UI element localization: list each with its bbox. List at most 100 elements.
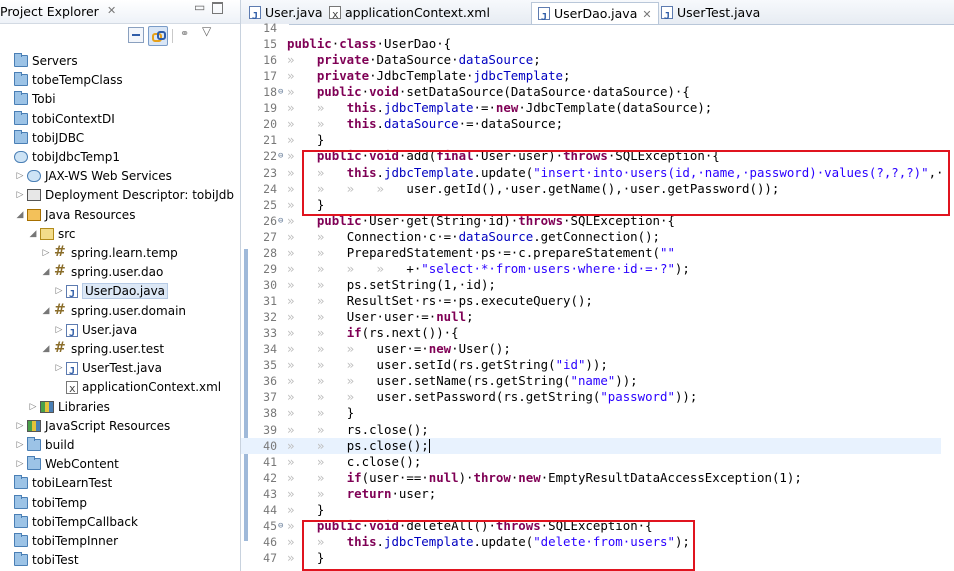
code-token: » »	[287, 276, 347, 292]
tree-item[interactable]: applicationContext.xml	[54, 378, 222, 398]
expand-toggle-icon[interactable]: ◢	[41, 340, 51, 359]
tree-item[interactable]: tobiTempCallback	[2, 513, 138, 532]
line-number: 39	[263, 422, 277, 437]
tree-item[interactable]: ◢ spring.user.test	[41, 339, 165, 359]
expand-toggle-icon[interactable]: ▷	[41, 244, 51, 263]
code-token: » »	[287, 293, 347, 309]
libraries-icon	[40, 400, 54, 413]
expand-toggle-icon[interactable]: ◢	[41, 302, 51, 321]
tree-item[interactable]: ▷ JAX-WS Web Services	[15, 167, 172, 186]
code-token: »	[287, 52, 317, 68]
code-line: 39 » » rs.close();	[241, 422, 941, 438]
java-file-icon	[661, 6, 673, 27]
project-icon	[14, 475, 28, 490]
text-caret	[428, 439, 430, 454]
code-token: null	[428, 469, 459, 485]
tree-item[interactable]: tobiLearnTest	[2, 474, 112, 493]
tree-item[interactable]: tobiJdbcTemp1	[2, 148, 120, 167]
expand-toggle-icon[interactable]: ◢	[41, 263, 51, 282]
code-token: ·User();	[451, 341, 511, 357]
tree-item-label: applicationContext.xml	[82, 380, 222, 395]
tree-item[interactable]: ◢ spring.user.dao	[41, 262, 164, 282]
tree-item[interactable]: ▷ UserDao.java	[54, 282, 169, 304]
tree-item[interactable]: ▷ UserTest.java	[54, 359, 162, 381]
expand-toggle-icon[interactable]: ▷	[15, 417, 25, 436]
code-text: public·class·UserDao·{	[287, 36, 451, 52]
code-text: » » » user·=·new·User();	[287, 341, 511, 357]
code-text: » » ps.close();	[287, 438, 430, 454]
tree-item[interactable]: ◢ spring.user.domain	[41, 301, 186, 321]
tree-item[interactable]: tobiTempInner	[2, 532, 118, 551]
focus-icon[interactable]: ⚭	[180, 27, 196, 43]
package-icon	[53, 243, 67, 262]
tree-item[interactable]: tobiJDBC	[2, 129, 84, 148]
code-token: new	[518, 469, 541, 485]
expand-toggle-icon[interactable]: ▷	[15, 436, 25, 455]
code-token: ));	[585, 357, 608, 373]
fold-toggle-icon[interactable]: ⊖	[278, 518, 283, 534]
line-number: 25	[263, 197, 277, 212]
code-line: 15 public·class·UserDao·{	[241, 36, 941, 52]
code-token: .	[376, 100, 384, 116]
tree-item[interactable]: ▷ User.java	[54, 321, 138, 343]
tree-item[interactable]: ▷ Deployment Descriptor: tobiJdb	[15, 186, 234, 205]
tree-item[interactable]: ▷ WebContent	[15, 455, 119, 474]
expand-toggle-icon[interactable]: ▷	[15, 167, 25, 186]
tree-item[interactable]: ▷ spring.learn.temp	[41, 243, 178, 263]
code-token: » » »	[287, 389, 377, 405]
tree-item[interactable]: tobiContextDI	[2, 110, 115, 129]
line-number: 20	[263, 117, 277, 132]
deployment-descriptor-icon	[27, 189, 41, 202]
expand-toggle-icon[interactable]: ▷	[28, 398, 38, 417]
tree-item[interactable]: ▷ Libraries	[28, 398, 110, 417]
tree-item[interactable]: ▷ build	[15, 436, 75, 455]
expand-toggle-icon[interactable]: ◢	[15, 206, 25, 225]
close-icon[interactable]: ✕	[107, 4, 116, 17]
tree-item[interactable]: ▷ JavaScript Resources	[15, 417, 171, 436]
line-number: 17	[263, 69, 277, 84]
expand-toggle-icon[interactable]: ▷	[15, 455, 25, 474]
code-token: ·JdbcTemplate(dataSource);	[518, 100, 713, 116]
minimize-icon[interactable]: ▭	[194, 0, 205, 14]
tree-item[interactable]: tobiTemp	[2, 494, 87, 513]
project-icon	[14, 72, 28, 87]
tree-item[interactable]: tobiTest	[2, 551, 79, 570]
code-token: »	[287, 84, 317, 100]
tree-item[interactable]: ◢ src	[28, 225, 76, 244]
line-number: 43	[263, 486, 277, 501]
code-line: 17 » private·JdbcTemplate·jdbcTemplate;	[241, 68, 941, 84]
link-with-editor-icon[interactable]	[148, 26, 168, 46]
code-token: (user·==·	[361, 469, 429, 485]
tree-item[interactable]: Tobi	[2, 90, 56, 109]
expand-toggle-icon[interactable]: ▷	[15, 186, 25, 205]
code-token: ·JdbcTemplate·	[369, 68, 474, 84]
tree-item[interactable]: Servers	[2, 52, 78, 71]
project-icon	[14, 91, 28, 106]
code-token: » »	[287, 244, 347, 260]
project-icon	[14, 494, 28, 509]
collapse-all-icon[interactable]	[128, 27, 144, 43]
java-file-icon	[538, 7, 550, 28]
tree-item[interactable]: ◢ Java Resources	[15, 206, 136, 225]
fold-toggle-icon[interactable]: ⊖	[278, 213, 283, 229]
code-token: ·setDataSource(DataSource·dataSource)·{	[398, 84, 690, 100]
tree-item-label: JAX-WS Web Services	[45, 169, 172, 184]
expand-toggle-icon[interactable]: ◢	[28, 225, 38, 244]
tree-item-label: User.java	[82, 322, 138, 337]
code-token: » »	[287, 421, 347, 437]
maximize-icon[interactable]	[212, 2, 223, 14]
tree-item-label: tobiLearnTest	[32, 476, 113, 491]
expand-toggle-icon[interactable]: ▷	[54, 321, 64, 340]
fold-toggle-icon[interactable]: ⊖	[278, 84, 283, 100]
project-explorer-title: Project Explorer	[0, 4, 99, 19]
view-menu-icon[interactable]: ▽	[202, 24, 218, 40]
code-token: User·user·=·	[346, 309, 437, 325]
code-token: »	[287, 68, 317, 84]
line-number: 19	[263, 101, 277, 116]
fold-toggle-icon[interactable]: ⊖	[278, 148, 283, 164]
tree-item-label: src	[58, 226, 76, 241]
code-line: 40 » » ps.close();	[241, 437, 941, 454]
expand-toggle-icon[interactable]: ▷	[54, 359, 64, 378]
tree-item[interactable]: tobeTempClass	[2, 71, 123, 90]
expand-toggle-icon[interactable]: ▷	[54, 282, 64, 301]
